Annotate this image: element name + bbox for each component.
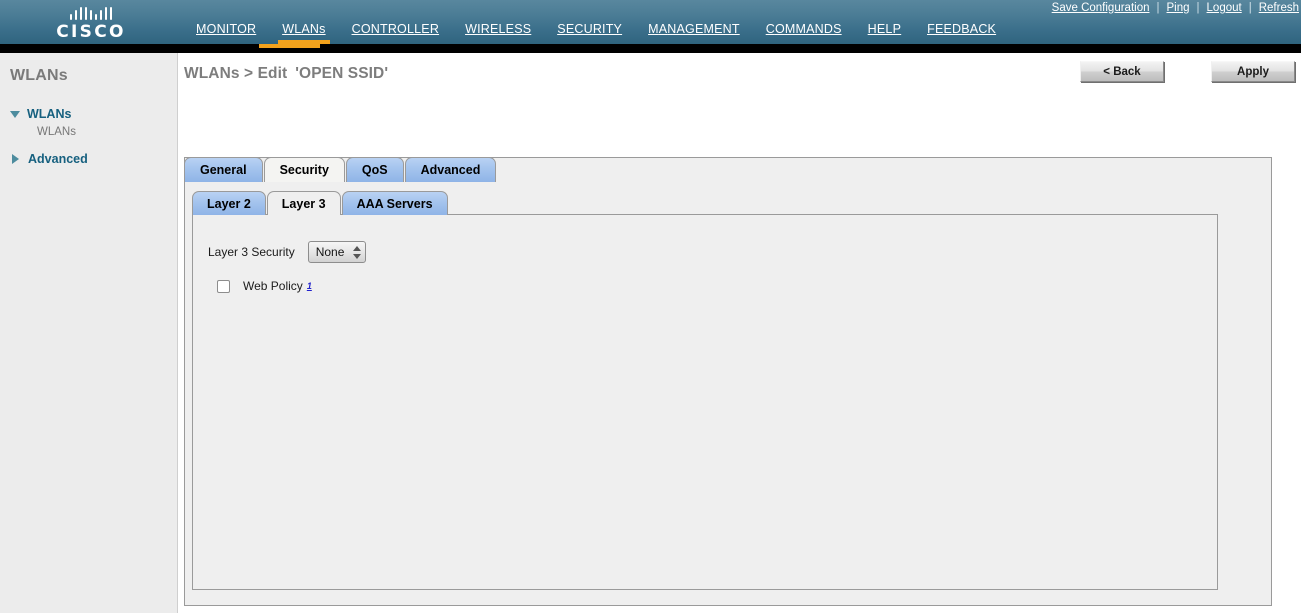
page-header: WLANs > Edit 'OPEN SSID' < Back Apply: [178, 53, 1301, 97]
nav-label-wireless: WIRELESS: [465, 22, 532, 36]
page-title-ssid: 'OPEN SSID': [295, 65, 389, 82]
nav-item-management[interactable]: MANAGEMENT: [635, 22, 753, 44]
layer3-security-row: Layer 3 Security None: [208, 241, 367, 263]
nav-item-wlans[interactable]: WLANs: [269, 22, 338, 44]
chevron-down-icon: [10, 110, 20, 118]
chevron-right-icon: [12, 154, 19, 164]
nav-label-help: HELP: [867, 22, 902, 36]
nav-item-wireless[interactable]: WIRELESS: [452, 22, 544, 44]
main-navigation: MONITOR WLANs CONTROLLER WIRELESS SECURI…: [183, 22, 1009, 44]
back-button[interactable]: < Back: [1080, 61, 1164, 82]
tab-layer-2[interactable]: Layer 2: [192, 191, 266, 215]
tab-qos[interactable]: QoS: [345, 157, 404, 182]
web-policy-row: Web Policy 1: [217, 279, 312, 293]
nav-label-wlans: WLANs: [282, 22, 326, 36]
utility-separator: |: [1196, 2, 1200, 14]
sidebar-subitem-wlans[interactable]: WLANs: [10, 126, 177, 138]
nav-item-security[interactable]: SECURITY: [544, 22, 635, 44]
cisco-logo-wordmark: CISCO: [56, 22, 126, 42]
tab-layer-3[interactable]: Layer 3: [266, 191, 341, 215]
web-policy-label: Web Policy: [243, 279, 303, 293]
cisco-logo-bars: [53, 6, 129, 20]
nav-item-feedback[interactable]: FEEDBACK: [914, 22, 1009, 44]
sidebar-item-advanced[interactable]: Advanced: [10, 152, 177, 166]
sidebar-item-advanced-label: Advanced: [28, 152, 88, 166]
save-configuration-link[interactable]: Save Configuration: [1050, 2, 1152, 14]
breadcrumb: WLANs > Edit: [184, 65, 288, 82]
content-area: WLANs > Edit 'OPEN SSID' < Back Apply Gen…: [178, 53, 1301, 613]
utility-separator: |: [1156, 2, 1160, 14]
utility-separator: |: [1248, 2, 1252, 14]
sidebar-item-wlans[interactable]: WLANs: [10, 107, 177, 121]
tab-security[interactable]: Security: [263, 157, 345, 182]
main-tab-bar: General Security QoS Advanced: [184, 157, 497, 182]
nav-label-management: MANAGEMENT: [648, 22, 740, 36]
sidebar-title: WLANs: [10, 67, 68, 84]
nav-label-feedback: FEEDBACK: [927, 22, 997, 36]
spinner-arrows-icon: [353, 245, 362, 259]
sidebar-item-wlans-label: WLANs: [27, 107, 72, 121]
nav-item-help[interactable]: HELP: [855, 22, 914, 44]
sub-tab-bar: Layer 2 Layer 3 AAA Servers: [192, 191, 449, 215]
apply-button[interactable]: Apply: [1211, 61, 1295, 82]
logout-link[interactable]: Logout: [1205, 2, 1244, 14]
web-policy-footnote-link[interactable]: 1: [307, 281, 312, 291]
nav-label-controller: CONTROLLER: [351, 22, 440, 36]
header-divider: [0, 44, 1301, 53]
sidebar: WLANs WLANs WLANs Advanced: [0, 53, 178, 613]
active-tab-accent: [259, 44, 320, 48]
cisco-logo: CISCO: [53, 6, 129, 42]
nav-label-security: SECURITY: [557, 22, 623, 36]
nav-item-monitor[interactable]: MONITOR: [183, 22, 269, 44]
tab-advanced[interactable]: Advanced: [404, 157, 497, 182]
utility-links: Save Configuration | Ping | Logout | Refresh: [1050, 2, 1301, 14]
refresh-link[interactable]: Refresh: [1257, 2, 1301, 14]
page-body: WLANs WLANs WLANs Advanced WLANs > Edit '…: [0, 53, 1301, 613]
nav-item-commands[interactable]: COMMANDS: [753, 22, 855, 44]
nav-label-commands: COMMANDS: [765, 22, 842, 36]
layer3-security-value: None: [315, 245, 345, 259]
nav-label-monitor: MONITOR: [196, 22, 257, 36]
page-title: WLANs > Edit 'OPEN SSID': [184, 65, 388, 83]
tab-aaa-servers[interactable]: AAA Servers: [341, 191, 448, 215]
web-policy-checkbox[interactable]: [217, 279, 230, 293]
tab-general[interactable]: General: [184, 157, 263, 182]
layer3-security-select[interactable]: None: [307, 241, 367, 263]
app-header: CISCO Save Configuration | Ping | Logout | Ref…: [0, 0, 1301, 44]
sidebar-tree: WLANs WLANs Advanced: [0, 107, 177, 166]
layer3-security-label: Layer 3 Security: [208, 245, 295, 259]
nav-item-controller[interactable]: CONTROLLER: [339, 22, 452, 44]
ping-link[interactable]: Ping: [1165, 2, 1192, 14]
layer3-settings-panel: Layer 3 Security None Web Policy 1: [192, 214, 1218, 590]
